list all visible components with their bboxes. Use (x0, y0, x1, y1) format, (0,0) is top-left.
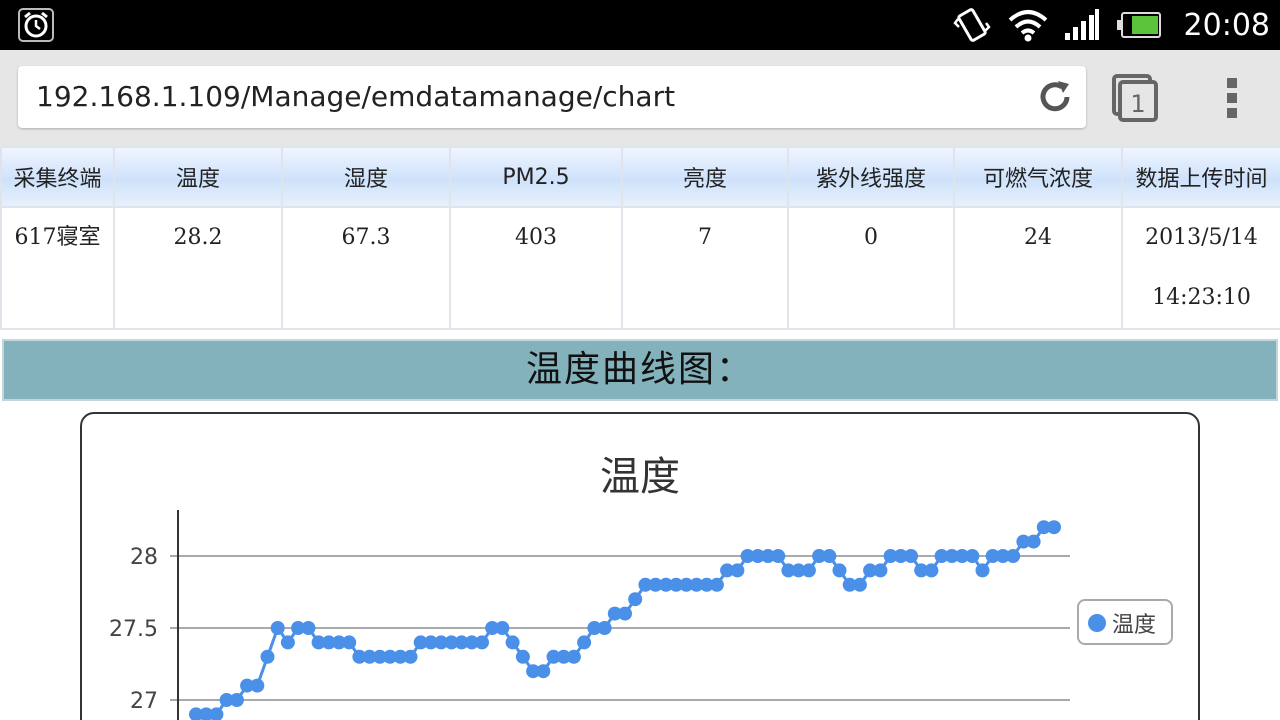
y-tick-label: 28 (130, 545, 158, 570)
y-tick-label: 27.5 (109, 617, 158, 642)
column-header-gas: 可燃气浓度 (953, 146, 1123, 208)
brightness-value: 7 (698, 225, 712, 250)
chart-legend[interactable]: 温度 (1077, 599, 1173, 645)
cell-upload-time: 2013/5/14 14:23:10 (1121, 206, 1280, 330)
column-header-uv: 紫外线强度 (787, 146, 955, 208)
data-point[interactable] (801, 563, 816, 578)
uv-value: 0 (864, 225, 878, 250)
cell-pm25: 403 (449, 206, 623, 330)
cell-terminal: 617寝室 (0, 206, 115, 330)
url-bar[interactable]: 192.168.1.109/Manage/emdatamanage/chart (18, 66, 1086, 128)
data-point[interactable] (505, 635, 520, 650)
tabs-icon[interactable]: 1 (1110, 72, 1160, 124)
status-bar: 20:08 (0, 0, 1280, 50)
data-point[interactable] (771, 549, 786, 563)
data-point[interactable] (924, 563, 939, 578)
reload-icon[interactable] (1036, 78, 1074, 116)
column-header-brightness: 亮度 (621, 146, 789, 208)
column-header-upload-time: 数据上传时间 (1121, 146, 1280, 208)
sensor-data-table: 采集终端 温度 湿度 PM2.5 亮度 紫外线强度 可燃气浓度 数据上传时间 6… (0, 146, 1280, 330)
pm25-value: 403 (515, 225, 557, 250)
table-header-row: 采集终端 温度 湿度 PM2.5 亮度 紫外线强度 可燃气浓度 数据上传时间 (0, 146, 1280, 208)
data-point[interactable] (342, 635, 357, 650)
data-point[interactable] (730, 563, 745, 578)
data-point[interactable] (1047, 520, 1061, 535)
data-point[interactable] (1006, 549, 1021, 563)
overflow-menu-icon[interactable] (1216, 76, 1248, 120)
data-point[interactable] (475, 635, 489, 650)
data-point[interactable] (280, 635, 295, 650)
data-point[interactable] (597, 621, 612, 635)
status-clock: 20:08 (1183, 7, 1270, 43)
column-header-pm25: PM2.5 (449, 146, 623, 208)
gas-value: 24 (1024, 225, 1052, 250)
upload-time-value: 14:23:10 (1152, 285, 1251, 310)
data-point[interactable] (873, 563, 888, 578)
temperature-value: 28.2 (173, 225, 223, 250)
data-point[interactable] (822, 549, 837, 563)
data-point[interactable] (709, 577, 724, 592)
legend-label: 温度 (1112, 613, 1156, 638)
cell-humidity: 67.3 (281, 206, 451, 330)
url-text[interactable]: 192.168.1.109/Manage/emdatamanage/chart (36, 80, 675, 113)
data-point[interactable] (515, 649, 530, 664)
humidity-value: 67.3 (341, 225, 391, 250)
chart-title: 温度 (600, 454, 680, 500)
cell-uv: 0 (787, 206, 955, 330)
data-point[interactable] (270, 621, 285, 635)
column-header-terminal: 采集终端 (0, 146, 115, 208)
column-header-humidity: 湿度 (281, 146, 451, 208)
wifi-icon (1008, 10, 1047, 42)
cell-gas: 24 (953, 206, 1123, 330)
upload-date-value: 2013/5/14 (1145, 225, 1258, 250)
column-header-temperature: 温度 (113, 146, 283, 208)
battery-icon (1116, 12, 1161, 38)
signal-icon (1064, 9, 1099, 40)
chart-section-header: 温度曲线图： (2, 339, 1278, 401)
data-point[interactable] (577, 635, 592, 650)
data-point[interactable] (832, 563, 847, 578)
data-point[interactable] (403, 649, 418, 664)
data-point[interactable] (852, 577, 867, 592)
table-row: 617寝室 28.2 67.3 403 7 0 24 2013/5/14 14:… (0, 206, 1280, 330)
data-point[interactable] (536, 664, 551, 679)
data-point[interactable] (495, 621, 510, 635)
temperature-chart: 温度 28 27.5 27 温度 (80, 412, 1200, 720)
cell-brightness: 7 (621, 206, 789, 330)
data-point[interactable] (1026, 534, 1041, 549)
alarm-icon (18, 8, 54, 42)
terminal-value: 617寝室 (14, 225, 101, 250)
legend-marker (1088, 614, 1106, 632)
data-point[interactable] (301, 621, 316, 635)
browser-toolbar: 192.168.1.109/Manage/emdatamanage/chart … (0, 50, 1280, 146)
temperature-chart-svg: 温度 28 27.5 27 温度 (109, 454, 1173, 720)
data-point[interactable] (618, 606, 632, 621)
tab-count: 1 (1130, 90, 1145, 118)
data-point[interactable] (250, 678, 265, 693)
data-point[interactable] (260, 649, 275, 664)
cell-temperature: 28.2 (113, 206, 283, 330)
data-point[interactable] (566, 649, 581, 664)
chart-section-title: 温度曲线图： (525, 349, 754, 390)
data-point[interactable] (628, 592, 643, 607)
vibrate-icon (952, 8, 991, 42)
data-point[interactable] (965, 549, 980, 563)
data-point[interactable] (975, 563, 990, 578)
data-point[interactable] (904, 549, 918, 563)
y-tick-label: 27 (130, 689, 158, 714)
data-point[interactable] (229, 693, 244, 707)
